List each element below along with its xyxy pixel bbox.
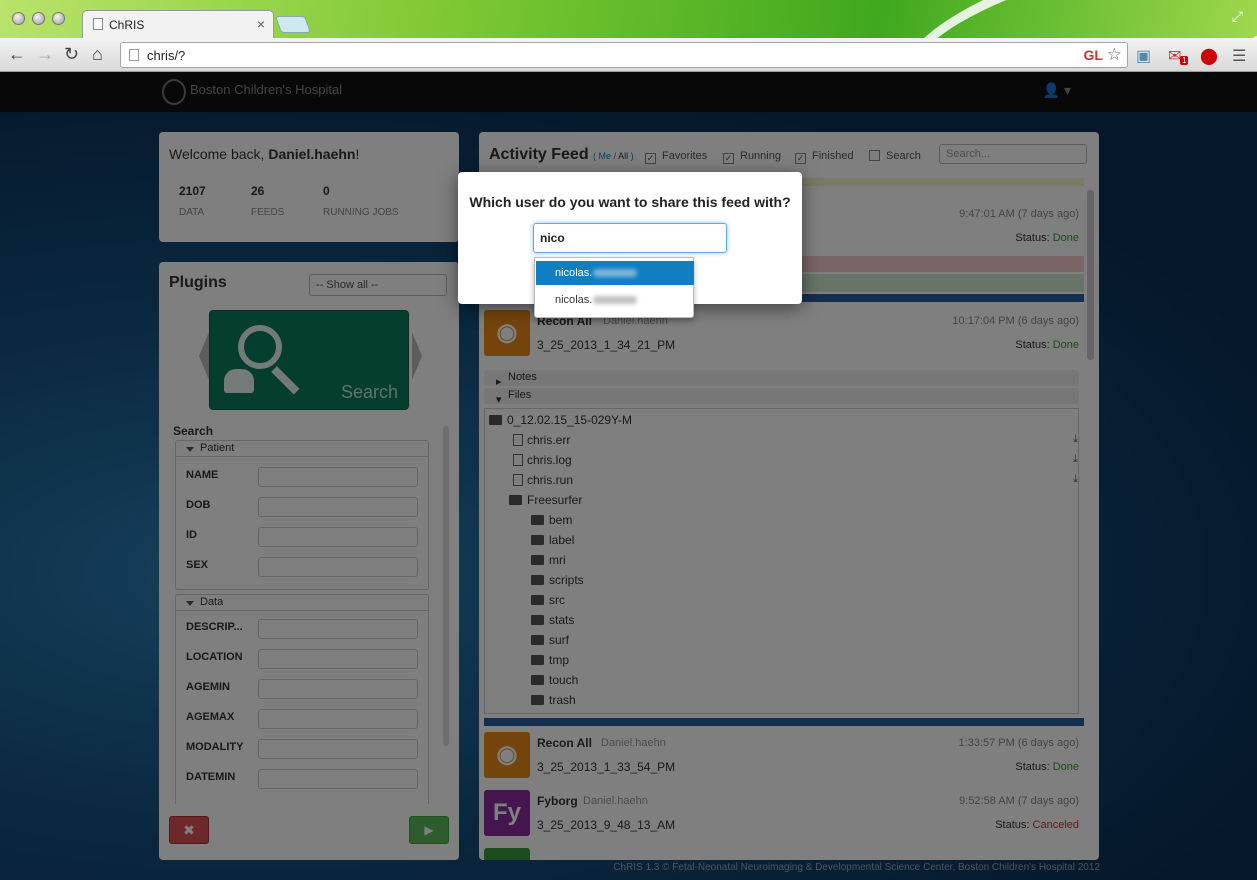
tab-title: ChRIS <box>109 18 145 32</box>
fullscreen-icon[interactable]: ⤢ <box>1232 8 1243 25</box>
mail-count-badge: 1 <box>1180 56 1189 65</box>
page-icon <box>129 49 139 61</box>
theme-decoration <box>886 0 1257 38</box>
new-tab-button[interactable] <box>274 16 312 33</box>
minimize-window-button[interactable] <box>32 12 45 25</box>
tab-chris[interactable]: ChRIS × <box>82 10 274 38</box>
share-user-input[interactable] <box>533 223 727 253</box>
rest-text: las. <box>575 267 593 279</box>
reload-icon[interactable]: ↻ <box>64 44 79 64</box>
forward-icon[interactable]: → <box>36 44 54 64</box>
close-tab-icon[interactable]: × <box>257 16 265 32</box>
dialog-question: Which user do you want to share this fee… <box>469 194 791 210</box>
cast-extension-icon[interactable]: ▣ <box>1136 46 1151 66</box>
browser-chrome: ChRIS × ⤢ ← → ↻ ⌂ chris/? GL ☆ ▣ ✉ 1 ⬤ ☰ <box>0 0 1257 72</box>
page-icon <box>93 18 103 30</box>
user-suggestions: nicolas. nicolas. <box>534 257 694 318</box>
rest-text: las. <box>575 294 593 306</box>
adblock-extension-icon[interactable]: ⬤ <box>1200 46 1218 66</box>
close-window-button[interactable] <box>12 12 25 25</box>
address-bar[interactable]: chris/? GL ☆ <box>120 42 1128 68</box>
browser-toolbar: ← → ↻ ⌂ chris/? GL ☆ ▣ ✉ 1 ⬤ ☰ <box>0 38 1257 72</box>
match-text: nico <box>555 267 576 279</box>
back-icon[interactable]: ← <box>8 44 26 64</box>
redacted-text <box>593 269 638 277</box>
suggestion-item[interactable]: nicolas. <box>536 261 694 285</box>
home-icon[interactable]: ⌂ <box>92 44 103 64</box>
suggestion-item[interactable]: nicolas. <box>536 288 694 312</box>
url-text: chris/? <box>147 48 186 63</box>
redacted-text <box>593 296 638 304</box>
tab-strip: ChRIS × ⤢ <box>0 0 1257 38</box>
extension-badge[interactable]: GL <box>1084 47 1103 63</box>
menu-icon[interactable]: ☰ <box>1232 46 1246 66</box>
zoom-window-button[interactable] <box>52 12 65 25</box>
bookmark-star-icon[interactable]: ☆ <box>1107 45 1122 65</box>
match-text: nico <box>555 294 576 306</box>
